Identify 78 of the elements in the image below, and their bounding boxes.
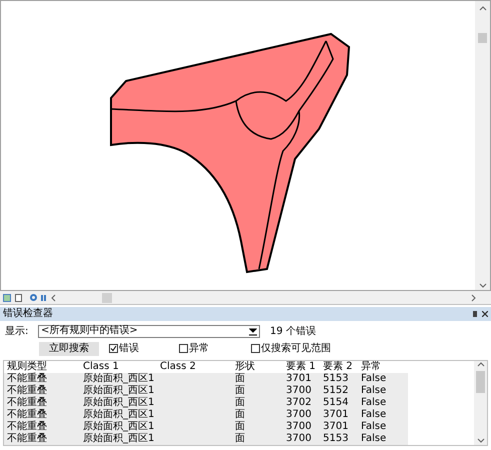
table-row[interactable]: 不能重叠 原始面积_西区1 面 3700 3701 False [4, 409, 408, 421]
table-cell-text: 5154 [322, 397, 350, 409]
column-header[interactable]: 异常 [358, 362, 408, 372]
scrollbar-thumb[interactable] [476, 371, 485, 393]
data-view-icon[interactable] [3, 294, 11, 302]
table-cell-text: 5153 [322, 433, 350, 445]
panel-title: 错误检查器 [3, 309, 53, 319]
table-cell-text: 3700 [285, 409, 312, 421]
table-cell-text: 原始面积_西区1 [82, 433, 156, 445]
table-cell-text: False [360, 433, 388, 445]
table-row[interactable]: 不能重叠 原始面积_西区1 面 3700 5152 False [4, 385, 408, 397]
scrollbar-thumb[interactable] [478, 33, 487, 43]
table-cell-text: 面 [234, 433, 246, 445]
error-count: 19 个错误 [270, 324, 316, 338]
checkbox[interactable] [251, 344, 260, 353]
table-cell-text: 不能重叠 [6, 397, 48, 408]
table-cell-text: 原始面积_西区1 [82, 409, 156, 421]
vertical-scrollbar[interactable] [475, 1, 490, 290]
scroll-down-icon[interactable] [478, 282, 486, 290]
table-cell-text: 原始面积_西区1 [82, 397, 156, 409]
table-cell-text: 不能重叠 [6, 421, 48, 432]
checkbox-option[interactable]: 仅搜索可见范围 [251, 341, 331, 356]
column-header[interactable]: 形状 [232, 362, 283, 372]
dropdown-caret-icon[interactable] [249, 326, 257, 336]
scroll-up-icon[interactable] [478, 5, 486, 13]
table-cell-text: 原始面积_西区1 [82, 373, 156, 385]
table-cell-text: False [360, 409, 388, 421]
table-cell-text: 原始面积_西区1 [82, 385, 156, 397]
table-cell-text: 3700 [285, 433, 312, 445]
table-cell-text: 3700 [285, 421, 312, 433]
column-header[interactable]: Class 2 [157, 362, 232, 372]
column-header[interactable]: 要素 2 [320, 362, 358, 372]
table-row[interactable]: 不能重叠 原始面积_西区1 面 3700 3701 False [4, 421, 408, 433]
table-cell-text: 面 [234, 421, 246, 433]
scroll-down-icon[interactable] [476, 437, 484, 445]
pause-icon[interactable] [41, 294, 46, 300]
table-cell-text: 面 [234, 409, 246, 421]
close-icon[interactable] [482, 311, 488, 317]
scroll-right-icon[interactable] [470, 294, 478, 302]
table-cell-text: 3702 [285, 397, 312, 409]
table-row[interactable]: 不能重叠 原始面积_西区1 面 3702 5154 False [4, 397, 408, 409]
table-cell-text: False [360, 385, 388, 397]
table-cell-text: 面 [234, 385, 246, 397]
table-cell-text: 原始面积_西区1 [82, 421, 156, 433]
search-now-button[interactable]: 立即搜索 [39, 342, 99, 356]
checkbox-option[interactable]: 错误 [109, 341, 179, 356]
table-cell-text: 3701 [322, 409, 350, 421]
table-cell-text: False [360, 397, 388, 409]
vertical-scrollbar[interactable] [474, 361, 487, 445]
table-cell-text: 5152 [322, 385, 350, 397]
table-cell-text: 3701 [285, 373, 312, 385]
column-header[interactable]: Class 1 [80, 362, 157, 372]
table-row[interactable]: 不能重叠 原始面积_西区1 面 3701 5153 False [4, 373, 408, 385]
table-row[interactable]: 不能重叠 原始面积_西区1 面 3700 5153 False [4, 433, 408, 445]
column-header[interactable]: 规则类型 [4, 362, 80, 372]
table-cell-text: 不能重叠 [6, 409, 48, 420]
checkbox-option[interactable]: 异常 [179, 341, 251, 356]
table-cell-text: 不能重叠 [6, 385, 48, 396]
table-cell-text: False [360, 421, 388, 433]
refresh-icon[interactable] [30, 294, 37, 301]
table-cell-text: 3701 [322, 421, 350, 433]
filter-label: 显示: [5, 324, 30, 338]
table-cell-text: False [360, 373, 388, 385]
table-cell-text: 面 [234, 373, 246, 385]
table-cell-text: 3700 [285, 385, 312, 397]
column-header[interactable]: 要素 1 [283, 362, 320, 372]
scrollbar-thumb[interactable] [102, 292, 112, 302]
scroll-up-icon[interactable] [476, 361, 484, 369]
layout-view-icon[interactable] [15, 294, 22, 302]
checkbox[interactable] [109, 344, 118, 353]
scroll-left-icon[interactable] [50, 294, 58, 302]
table-cell-text: 不能重叠 [6, 373, 48, 384]
filter-dropdown[interactable]: <所有规则中的错误> [38, 324, 260, 338]
table-cell-text: 面 [234, 397, 246, 409]
table-cell-text: 不能重叠 [6, 433, 48, 445]
check-icon [110, 345, 117, 352]
table-cell-text: 5153 [322, 373, 350, 385]
checkbox[interactable] [179, 344, 188, 353]
